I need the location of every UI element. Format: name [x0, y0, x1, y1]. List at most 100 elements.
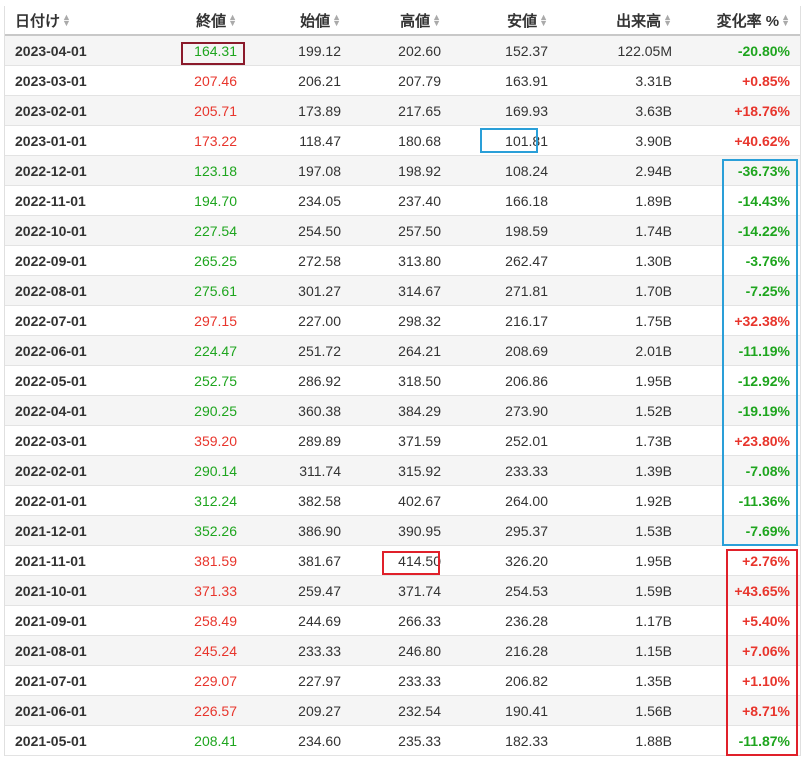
cell-change: -7.08%: [745, 462, 790, 479]
cell-high: 318.50: [398, 372, 441, 389]
cell-low: 262.47: [505, 252, 548, 269]
cell-high: 232.54: [398, 702, 441, 719]
cell-volume: 1.73B: [635, 432, 672, 449]
column-label: 日付け: [15, 12, 61, 30]
cell-high: 390.95: [398, 522, 441, 539]
table-row: 2022-01-01 312.24 382.58 402.67 264.00 1.92B -…: [5, 486, 800, 516]
cell-low: 108.24: [505, 162, 548, 179]
column-label: 終値: [196, 12, 227, 30]
cell-volume: 1.17B: [635, 612, 672, 629]
cell-open: 251.72: [298, 342, 341, 359]
cell-low: 295.37: [505, 522, 548, 539]
cell-open: 254.50: [298, 222, 341, 239]
cell-low: 152.37: [505, 42, 548, 59]
table-row: 2021-10-01 371.33 259.47 371.74 254.53 1.59B +…: [5, 576, 800, 606]
cell-close: 297.15: [194, 312, 237, 329]
cell-open: 286.92: [298, 372, 341, 389]
cell-change: +7.06%: [742, 642, 790, 659]
cell-high: 298.32: [398, 312, 441, 329]
table-row: 2022-08-01 275.61 301.27 314.67 271.81 1.70B -…: [5, 276, 800, 306]
cell-low: 169.93: [505, 102, 548, 119]
cell-date: 2021-09-01: [15, 612, 87, 629]
cell-volume: 1.15B: [635, 642, 672, 659]
sort-arrows-icon[interactable]: ▲ ▼: [332, 13, 341, 28]
sort-arrows-icon[interactable]: ▲ ▼: [62, 13, 71, 28]
cell-low: 101.81: [505, 132, 548, 149]
sort-arrows-icon[interactable]: ▲ ▼: [228, 13, 237, 28]
column-header-volume[interactable]: 出来高 ▲ ▼: [554, 6, 676, 34]
table-row: 2022-04-01 290.25 360.38 384.29 273.90 1.52B -…: [5, 396, 800, 426]
table-row: 2022-07-01 297.15 227.00 298.32 216.17 1.75B +…: [5, 306, 800, 336]
column-label: 変化率 %: [716, 12, 780, 30]
cell-change: +5.40%: [742, 612, 790, 629]
sort-arrows-icon[interactable]: ▲ ▼: [781, 13, 790, 28]
cell-close: 208.41: [194, 732, 237, 749]
cell-change: -3.76%: [745, 252, 790, 269]
cell-open: 311.74: [299, 462, 341, 479]
cell-close: 173.22: [194, 132, 237, 149]
cell-low: 264.00: [505, 492, 548, 509]
cell-low: 216.17: [505, 312, 548, 329]
column-header-close[interactable]: 終値 ▲ ▼: [125, 6, 245, 34]
column-header-open[interactable]: 始値 ▲ ▼: [245, 6, 347, 34]
cell-change: -11.87%: [738, 732, 790, 749]
cell-close: 164.31: [194, 42, 237, 59]
table-row: 2021-05-01 208.41 234.60 235.33 182.33 1.88B -…: [5, 726, 800, 756]
sort-arrows-icon[interactable]: ▲ ▼: [663, 13, 672, 28]
cell-date: 2022-08-01: [15, 282, 87, 299]
column-label: 始値: [300, 12, 331, 30]
cell-change: +32.38%: [734, 312, 790, 329]
cell-volume: 1.92B: [635, 492, 672, 509]
cell-change: +40.62%: [734, 132, 790, 149]
cell-low: 208.69: [505, 342, 548, 359]
cell-high: 180.68: [398, 132, 441, 149]
cell-change: +1.10%: [742, 672, 790, 689]
table-row: 2022-11-01 194.70 234.05 237.40 166.18 1.89B -…: [5, 186, 800, 216]
column-header-high[interactable]: 高値 ▲ ▼: [347, 6, 449, 34]
table-row: 2021-07-01 229.07 227.97 233.33 206.82 1.35B +…: [5, 666, 800, 696]
cell-open: 227.97: [298, 672, 341, 689]
cell-volume: 1.74B: [635, 222, 672, 239]
table-row: 2023-01-01 173.22 118.47 180.68 101.81 3.90B +…: [5, 126, 800, 156]
cell-open: 197.08: [298, 162, 341, 179]
sort-arrows-icon[interactable]: ▲ ▼: [432, 13, 441, 28]
cell-close: 275.61: [194, 282, 237, 299]
cell-date: 2022-06-01: [15, 342, 87, 359]
cell-high: 246.80: [398, 642, 441, 659]
table-row: 2022-03-01 359.20 289.89 371.59 252.01 1.73B +…: [5, 426, 800, 456]
cell-high: 233.33: [398, 672, 441, 689]
cell-open: 289.89: [298, 432, 341, 449]
cell-change: -20.80%: [737, 42, 790, 59]
cell-close: 265.25: [194, 252, 237, 269]
table-row: 2022-09-01 265.25 272.58 313.80 262.47 1.30B -…: [5, 246, 800, 276]
table-row: 2023-02-01 205.71 173.89 217.65 169.93 3.63B +…: [5, 96, 800, 126]
cell-low: 254.53: [505, 582, 548, 599]
cell-change: -7.69%: [745, 522, 790, 539]
cell-change: +2.76%: [742, 552, 790, 569]
cell-volume: 1.95B: [635, 372, 672, 389]
cell-volume: 1.59B: [635, 582, 672, 599]
cell-open: 272.58: [298, 252, 341, 269]
cell-close: 352.26: [194, 522, 237, 539]
column-header-change[interactable]: 変化率 % ▲ ▼: [676, 6, 800, 34]
cell-change: +23.80%: [734, 432, 790, 449]
cell-volume: 1.89B: [635, 192, 672, 209]
table-row: 2021-06-01 226.57 209.27 232.54 190.41 1.56B +…: [5, 696, 800, 726]
sort-arrows-icon[interactable]: ▲ ▼: [539, 13, 548, 28]
cell-close: 258.49: [194, 612, 237, 629]
cell-close: 123.18: [194, 162, 237, 179]
column-header-date[interactable]: 日付け ▲ ▼: [5, 6, 125, 34]
cell-volume: 3.31B: [635, 72, 672, 89]
cell-open: 206.21: [298, 72, 341, 89]
cell-close: 381.59: [194, 552, 237, 569]
table-row: 2022-06-01 224.47 251.72 264.21 208.69 2.01B -…: [5, 336, 800, 366]
cell-date: 2023-01-01: [15, 132, 87, 149]
table-row: 2021-12-01 352.26 386.90 390.95 295.37 1.53B -…: [5, 516, 800, 546]
cell-open: 234.05: [298, 192, 341, 209]
cell-change: -14.43%: [737, 192, 790, 209]
column-header-low[interactable]: 安値 ▲ ▼: [449, 6, 554, 34]
cell-low: 273.90: [505, 402, 548, 419]
cell-date: 2021-05-01: [15, 732, 87, 749]
cell-high: 202.60: [398, 42, 441, 59]
cell-low: 252.01: [505, 432, 548, 449]
